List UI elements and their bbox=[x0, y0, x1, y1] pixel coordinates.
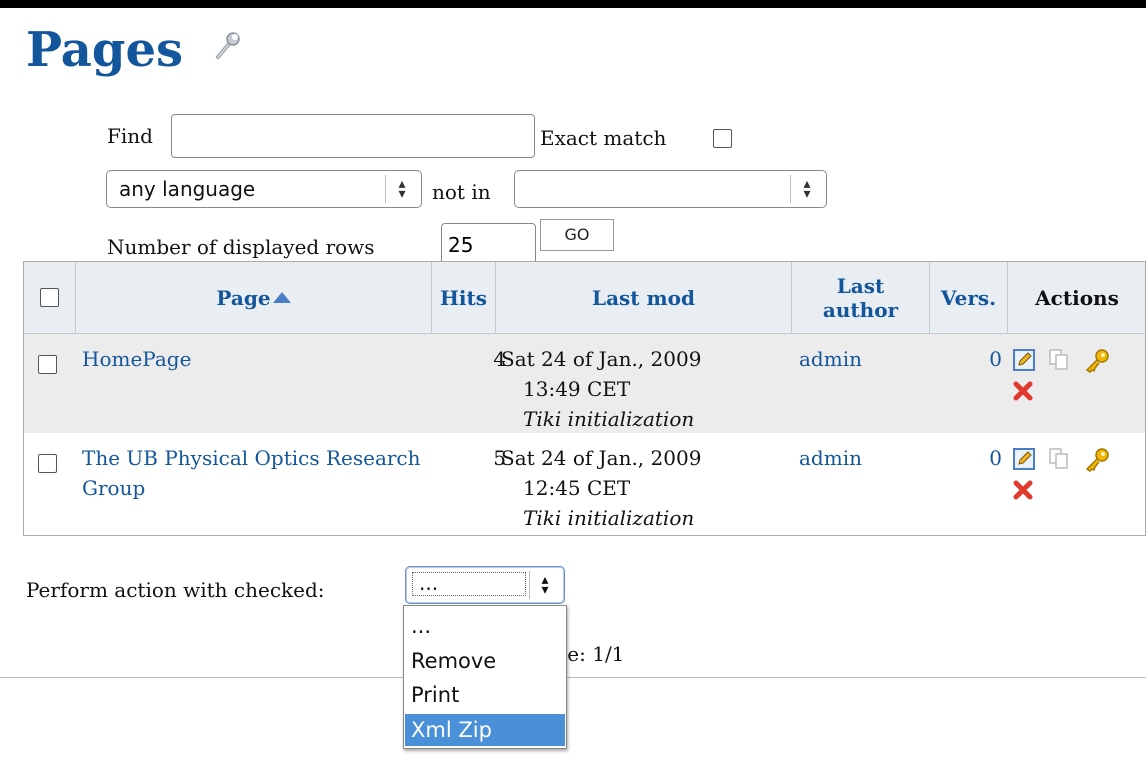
exact-match-label: Exact match bbox=[540, 126, 667, 150]
wrench-icon[interactable] bbox=[214, 30, 242, 60]
version-link[interactable]: 0 bbox=[982, 443, 1002, 473]
page-link[interactable]: HomePage bbox=[82, 344, 422, 374]
select-all-cell bbox=[24, 262, 76, 333]
rows-label: Number of displayed rows bbox=[107, 235, 375, 259]
page: Pages Find Exact match any language ▴ ▾ n… bbox=[0, 8, 1146, 766]
bulk-action-value: ... bbox=[412, 572, 526, 596]
not-in-label: not in bbox=[432, 180, 491, 204]
table-row: HomePage 4 Sat 24 of Jan., 2009 13:49 CE… bbox=[24, 334, 1145, 433]
find-input[interactable] bbox=[171, 114, 535, 158]
version-link[interactable]: 0 bbox=[982, 344, 1002, 374]
last-mod: Sat 24 of Jan., 2009 12:45 CET Tiki init… bbox=[501, 443, 801, 533]
dropdown-option[interactable]: Remove bbox=[405, 645, 565, 677]
last-mod-date: Sat 24 of Jan., 2009 bbox=[501, 347, 702, 371]
dropdown-option[interactable]: Xml Zip bbox=[405, 714, 565, 746]
author-link[interactable]: admin bbox=[799, 443, 862, 473]
bulk-action-select[interactable]: ... ▴ ▾ bbox=[405, 566, 565, 604]
copy-icon[interactable] bbox=[1048, 447, 1070, 471]
last-mod-description: Tiki initialization bbox=[523, 407, 695, 431]
column-last-mod[interactable]: Last mod bbox=[496, 262, 792, 333]
find-label: Find bbox=[107, 124, 153, 148]
copy-icon[interactable] bbox=[1048, 348, 1070, 372]
table-header: Page Hits Last mod Last author Vers. Act… bbox=[24, 262, 1145, 334]
bulk-action-label: Perform action with checked: bbox=[26, 578, 325, 602]
column-vers[interactable]: Vers. bbox=[930, 262, 1008, 333]
column-actions: Actions bbox=[1035, 285, 1119, 310]
page-link[interactable]: The UB Physical Optics Research Group bbox=[82, 443, 422, 503]
select-arrows-icon: ▴ ▾ bbox=[541, 572, 549, 598]
column-page[interactable]: Page bbox=[76, 262, 432, 333]
edit-icon[interactable] bbox=[1012, 348, 1036, 372]
row-checkbox[interactable] bbox=[38, 454, 57, 473]
key-icon[interactable] bbox=[1083, 447, 1111, 473]
dropdown-option[interactable]: Print bbox=[405, 679, 565, 711]
remove-icon[interactable] bbox=[1012, 380, 1034, 402]
table-row: The UB Physical Optics Research Group 5 … bbox=[24, 433, 1145, 532]
go-button[interactable]: GO bbox=[540, 219, 614, 251]
last-mod: Sat 24 of Jan., 2009 13:49 CET Tiki init… bbox=[501, 344, 801, 434]
column-page-label: Page bbox=[216, 285, 271, 310]
exact-match-checkbox[interactable] bbox=[713, 129, 732, 148]
row-checkbox[interactable] bbox=[38, 355, 57, 374]
author-link[interactable]: admin bbox=[799, 344, 862, 374]
last-mod-time: 12:45 CET bbox=[523, 476, 631, 500]
language-select-value: any language bbox=[119, 177, 256, 201]
select-arrows-icon: ▴ ▾ bbox=[803, 176, 811, 202]
last-mod-date: Sat 24 of Jan., 2009 bbox=[501, 446, 702, 470]
remove-icon[interactable] bbox=[1012, 479, 1034, 501]
last-mod-description: Tiki initialization bbox=[523, 506, 695, 530]
select-arrows-icon: ▴ ▾ bbox=[398, 176, 406, 202]
select-all-checkbox[interactable] bbox=[40, 288, 59, 307]
column-hits[interactable]: Hits bbox=[432, 262, 496, 333]
column-last-author[interactable]: Last author bbox=[792, 262, 930, 333]
divider bbox=[0, 677, 1146, 678]
hits-value: 5 bbox=[493, 446, 506, 470]
key-icon[interactable] bbox=[1083, 348, 1111, 374]
row-actions bbox=[1012, 348, 1132, 402]
dropdown-option[interactable]: ... bbox=[405, 610, 565, 642]
last-mod-time: 13:49 CET bbox=[523, 377, 631, 401]
page-title: Pages bbox=[26, 22, 184, 78]
pages-table: Page Hits Last mod Last author Vers. Act… bbox=[23, 261, 1146, 536]
sort-ascending-icon bbox=[272, 292, 291, 303]
hits-value: 4 bbox=[493, 347, 506, 371]
bulk-action-dropdown: ... Remove Print Xml Zip bbox=[403, 605, 567, 749]
row-actions bbox=[1012, 447, 1132, 501]
language-select[interactable]: any language ▴ ▾ bbox=[106, 170, 422, 208]
edit-icon[interactable] bbox=[1012, 447, 1036, 471]
not-in-select[interactable]: ▴ ▾ bbox=[514, 170, 827, 208]
